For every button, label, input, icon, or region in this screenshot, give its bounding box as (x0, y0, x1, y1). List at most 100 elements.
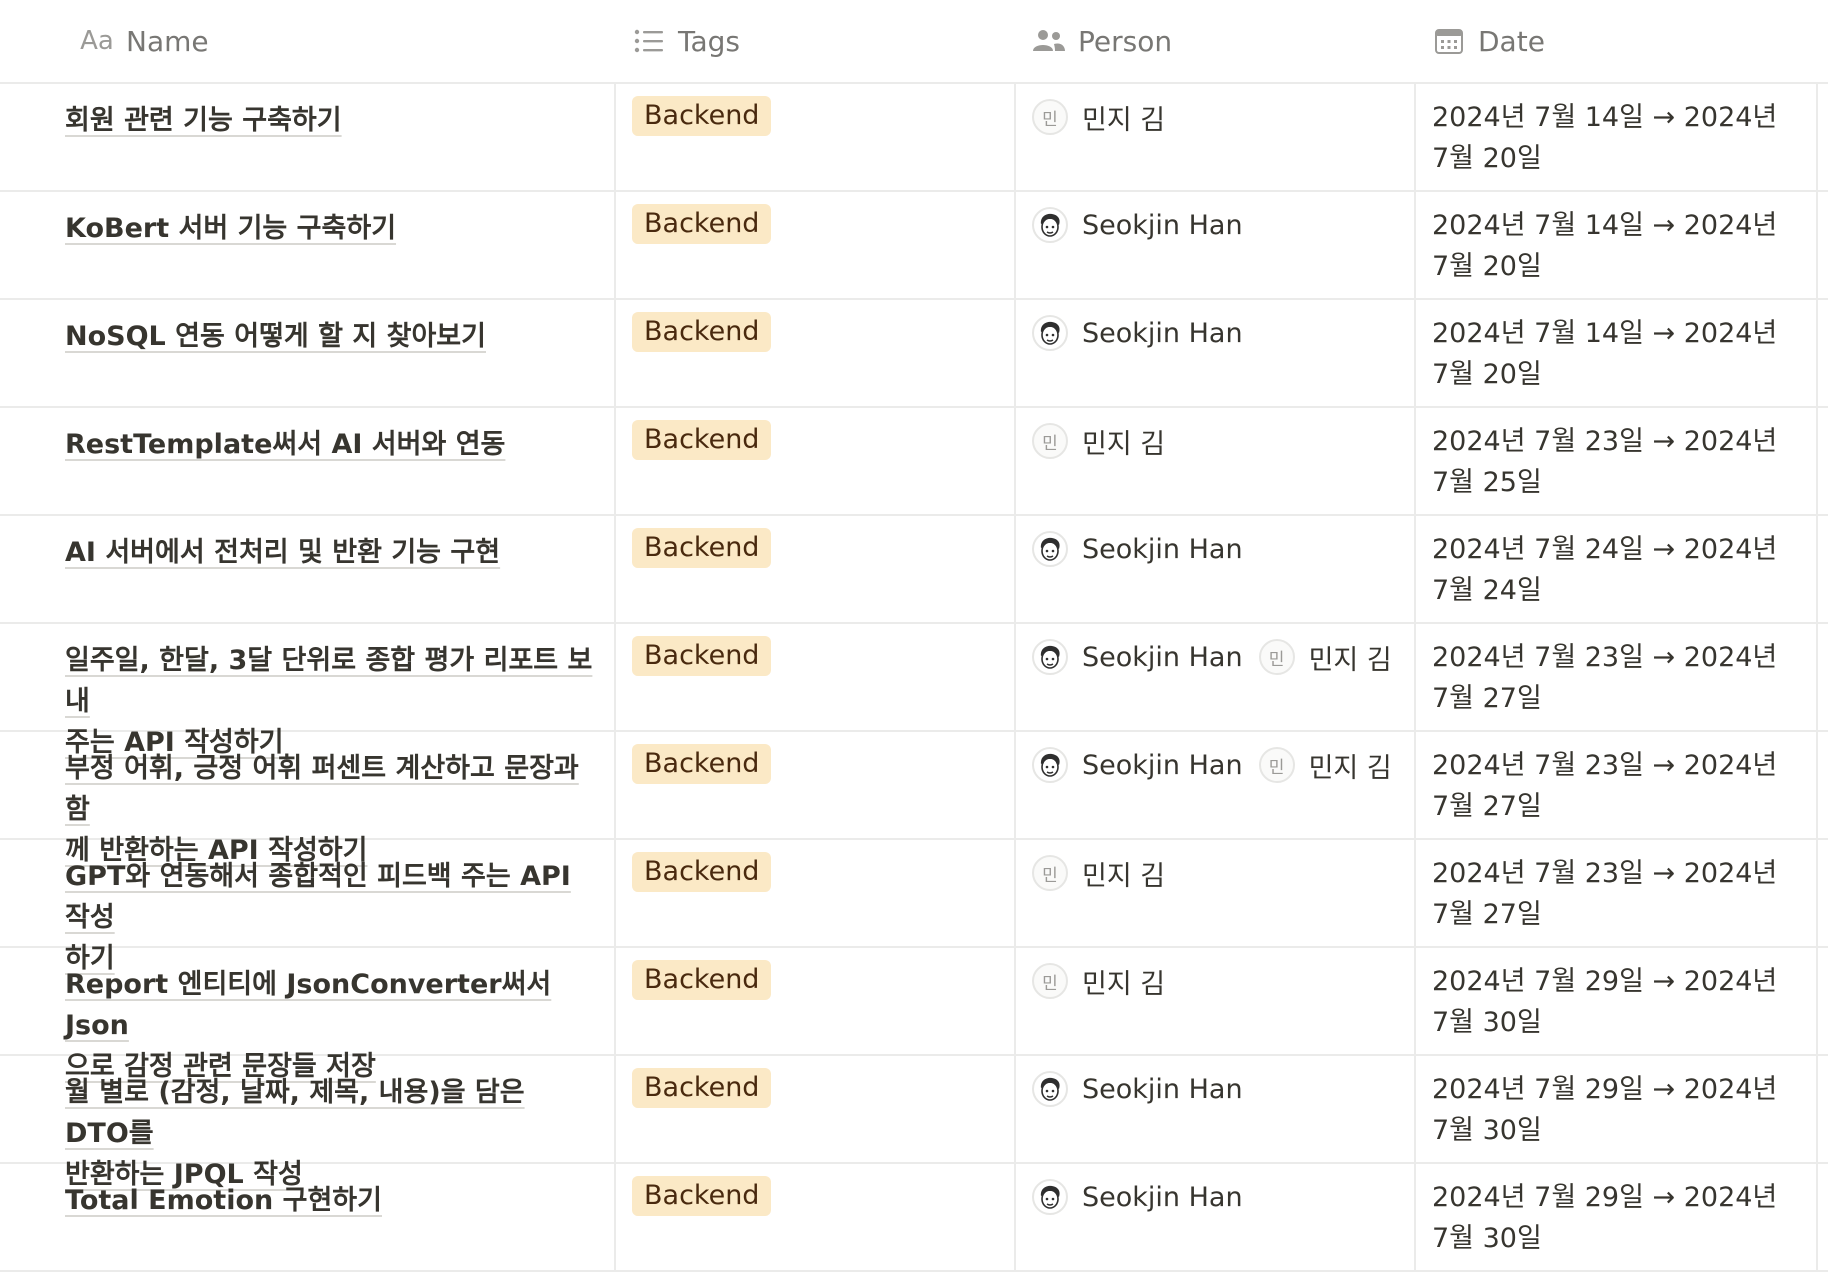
person-chip[interactable]: Seokjin Han (1032, 529, 1243, 569)
tag-backend[interactable]: Backend (632, 1068, 772, 1108)
table-row[interactable]: AI 서버에서 전처리 및 반환 기능 구현 Backend Seokjin Han… (0, 516, 1828, 624)
table-row[interactable]: 회원 관련 기능 구축하기 Backend 민 민지 김 2024년 7월 14일 → … (0, 84, 1828, 192)
tag-backend[interactable]: Backend (632, 204, 772, 244)
column-header-date[interactable]: Date (1416, 0, 1818, 82)
cell-date[interactable]: 2024년 7월 24일 → 2024년 7월 24일 (1416, 516, 1818, 622)
cell-date[interactable]: 2024년 7월 29일 → 2024년 7월 30일 (1416, 1164, 1818, 1270)
person-chip[interactable]: 민 민지 김 (1032, 421, 1165, 461)
tag-backend[interactable]: Backend (632, 312, 772, 352)
table-row[interactable]: Total Emotion 구현하기 Backend Seokjin Han 2024… (0, 1164, 1828, 1272)
cell-date[interactable]: 2024년 7월 23일 → 2024년 7월 27일 (1416, 624, 1818, 730)
cell-person[interactable]: Seokjin Han (1016, 192, 1416, 298)
cell-date[interactable]: 2024년 7월 23일 → 2024년 7월 27일 (1416, 732, 1818, 838)
column-header-name[interactable]: Aa Name (0, 0, 616, 82)
cell-tags[interactable]: Backend (616, 516, 1016, 622)
cell-name[interactable]: 부정 어휘, 긍정 어휘 퍼센트 계산하고 문장과 함께 반환하는 API 작성… (0, 732, 616, 866)
task-title[interactable]: 일주일, 한달, 3달 단위로 종합 평가 리포트 보내 (65, 640, 596, 722)
cell-person[interactable]: 민 민지 김 (1016, 840, 1416, 946)
date-range-end: 7월 20일 (1432, 251, 1542, 282)
task-title[interactable]: Report 엔티티에 JsonConverter써서 Json (65, 964, 596, 1046)
person-chip[interactable]: Seokjin Han (1032, 745, 1243, 785)
table-row[interactable]: Report 엔티티에 JsonConverter써서 Json 으로 감정 관련… (0, 948, 1828, 1082)
column-header-person[interactable]: Person (1016, 0, 1416, 82)
cell-person[interactable]: 민 민지 김 (1016, 408, 1416, 514)
cell-date[interactable]: 2024년 7월 23일 → 2024년 7월 27일 (1416, 840, 1818, 946)
cell-tags[interactable]: Backend (616, 192, 1016, 298)
tag-backend[interactable]: Backend (632, 96, 772, 136)
cell-name[interactable]: Report 엔티티에 JsonConverter써서 Json 으로 감정 관련… (0, 948, 616, 1082)
task-title[interactable]: 월 별로 (감정, 날짜, 제목, 내용)을 담은 DTO를 (65, 1072, 596, 1154)
task-title[interactable]: 회원 관련 기능 구축하기 (65, 100, 596, 141)
task-title[interactable]: 부정 어휘, 긍정 어휘 퍼센트 계산하고 문장과 함 (65, 748, 596, 830)
task-title[interactable]: RestTemplate써서 AI 서버와 연동 (65, 424, 596, 465)
cell-date[interactable]: 2024년 7월 23일 → 2024년 7월 25일 (1416, 408, 1818, 514)
table-row[interactable]: 월 별로 (감정, 날짜, 제목, 내용)을 담은 DTO를 반환하는 JPQL … (0, 1056, 1828, 1190)
cell-person[interactable]: 민 민지 김 (1016, 948, 1416, 1054)
person-chip[interactable]: Seokjin Han (1032, 205, 1243, 245)
task-title[interactable]: KoBert 서버 기능 구축하기 (65, 208, 596, 249)
cell-tags[interactable]: Backend (616, 1164, 1016, 1270)
cell-name[interactable]: RestTemplate써서 AI 서버와 연동 (0, 408, 616, 514)
cell-date[interactable]: 2024년 7월 14일 → 2024년 7월 20일 (1416, 84, 1818, 190)
column-header-tags[interactable]: Tags (616, 0, 1016, 82)
person-chip[interactable]: 민 민지 김 (1032, 853, 1165, 893)
table-row[interactable]: NoSQL 연동 어떻게 할 지 찾아보기 Backend Seokjin Han 2… (0, 300, 1828, 408)
cell-person[interactable]: Seokjin Han (1016, 1164, 1416, 1270)
person-chip[interactable]: 민 민지 김 (1258, 745, 1392, 785)
cell-name[interactable]: KoBert 서버 기능 구축하기 (0, 192, 616, 298)
person-chip[interactable]: Seokjin Han (1032, 1177, 1243, 1217)
person-chip[interactable]: Seokjin Han (1032, 637, 1243, 677)
table-row[interactable]: 일주일, 한달, 3달 단위로 종합 평가 리포트 보내 주는 API 작성하기 B… (0, 624, 1828, 758)
cell-name[interactable]: 일주일, 한달, 3달 단위로 종합 평가 리포트 보내 주는 API 작성하기 (0, 624, 616, 758)
tag-backend[interactable]: Backend (632, 420, 772, 460)
cell-tags[interactable]: Backend (616, 732, 1016, 838)
cell-tags[interactable]: Backend (616, 948, 1016, 1054)
cell-name[interactable]: 월 별로 (감정, 날짜, 제목, 내용)을 담은 DTO를 반환하는 JPQL … (0, 1056, 616, 1190)
cell-tags[interactable]: Backend (616, 840, 1016, 946)
cell-name[interactable]: Total Emotion 구현하기 (0, 1164, 616, 1270)
cell-name[interactable]: AI 서버에서 전처리 및 반환 기능 구현 (0, 516, 616, 622)
tag-backend[interactable]: Backend (632, 636, 772, 676)
cell-date[interactable]: 2024년 7월 14일 → 2024년 7월 20일 (1416, 192, 1818, 298)
table-row[interactable]: GPT와 연동해서 종합적인 피드백 주는 API 작성 하기 Backend 민 민지… (0, 840, 1828, 974)
cell-person[interactable]: Seokjin Han (1016, 1056, 1416, 1162)
task-title[interactable]: Total Emotion 구현하기 (65, 1180, 596, 1221)
cell-date[interactable]: 2024년 7월 14일 → 2024년 7월 20일 (1416, 300, 1818, 406)
tag-backend[interactable]: Backend (632, 960, 772, 1000)
cell-person[interactable]: 민 민지 김 (1016, 84, 1416, 190)
cell-person[interactable]: Seokjin Han (1016, 300, 1416, 406)
cell-person[interactable]: Seokjin Han 민 민지 김 (1016, 624, 1416, 730)
cell-tags[interactable]: Backend (616, 84, 1016, 190)
tag-backend[interactable]: Backend (632, 528, 772, 568)
person-chip[interactable]: 민 민지 김 (1258, 637, 1392, 677)
cell-name[interactable]: GPT와 연동해서 종합적인 피드백 주는 API 작성 하기 (0, 840, 616, 974)
face-avatar-icon (1032, 747, 1068, 783)
cell-tags[interactable]: Backend (616, 624, 1016, 730)
cell-date[interactable]: 2024년 7월 29일 → 2024년 7월 30일 (1416, 1056, 1818, 1162)
person-chip[interactable]: Seokjin Han (1032, 313, 1243, 353)
task-title[interactable]: GPT와 연동해서 종합적인 피드백 주는 API 작성 (65, 856, 596, 938)
cell-person[interactable]: Seokjin Han (1016, 516, 1416, 622)
table-row[interactable]: 부정 어휘, 긍정 어휘 퍼센트 계산하고 문장과 함께 반환하는 API 작성… (0, 732, 1828, 866)
person-name: 민지 김 (1082, 428, 1166, 460)
date-range: 2024년 7월 23일 → 2024년 (1432, 750, 1778, 781)
person-chip[interactable]: Seokjin Han (1032, 1069, 1243, 1109)
cell-person[interactable]: Seokjin Han 민 민지 김 (1016, 732, 1416, 838)
person-chip[interactable]: 민 민지 김 (1032, 961, 1165, 1001)
tag-backend[interactable]: Backend (632, 1176, 772, 1216)
tag-backend[interactable]: Backend (632, 852, 772, 892)
cell-name[interactable]: NoSQL 연동 어떻게 할 지 찾아보기 (0, 300, 616, 406)
cell-tags[interactable]: Backend (616, 408, 1016, 514)
person-chip[interactable]: 민 민지 김 (1032, 97, 1165, 137)
avatar-initial: 민 (1258, 747, 1295, 783)
cell-date[interactable]: 2024년 7월 29일 → 2024년 7월 30일 (1416, 948, 1818, 1054)
person-name: Seokjin Han (1082, 749, 1243, 781)
tag-backend[interactable]: Backend (632, 744, 772, 784)
task-title[interactable]: NoSQL 연동 어떻게 할 지 찾아보기 (65, 316, 596, 357)
cell-tags[interactable]: Backend (616, 300, 1016, 406)
cell-name[interactable]: 회원 관련 기능 구축하기 (0, 84, 616, 190)
table-row[interactable]: KoBert 서버 기능 구축하기 Backend Seokjin Han 2024년… (0, 192, 1828, 300)
table-row[interactable]: RestTemplate써서 AI 서버와 연동 Backend 민 민지 김 2024… (0, 408, 1828, 516)
cell-tags[interactable]: Backend (616, 1056, 1016, 1162)
task-title[interactable]: AI 서버에서 전처리 및 반환 기능 구현 (65, 532, 596, 573)
